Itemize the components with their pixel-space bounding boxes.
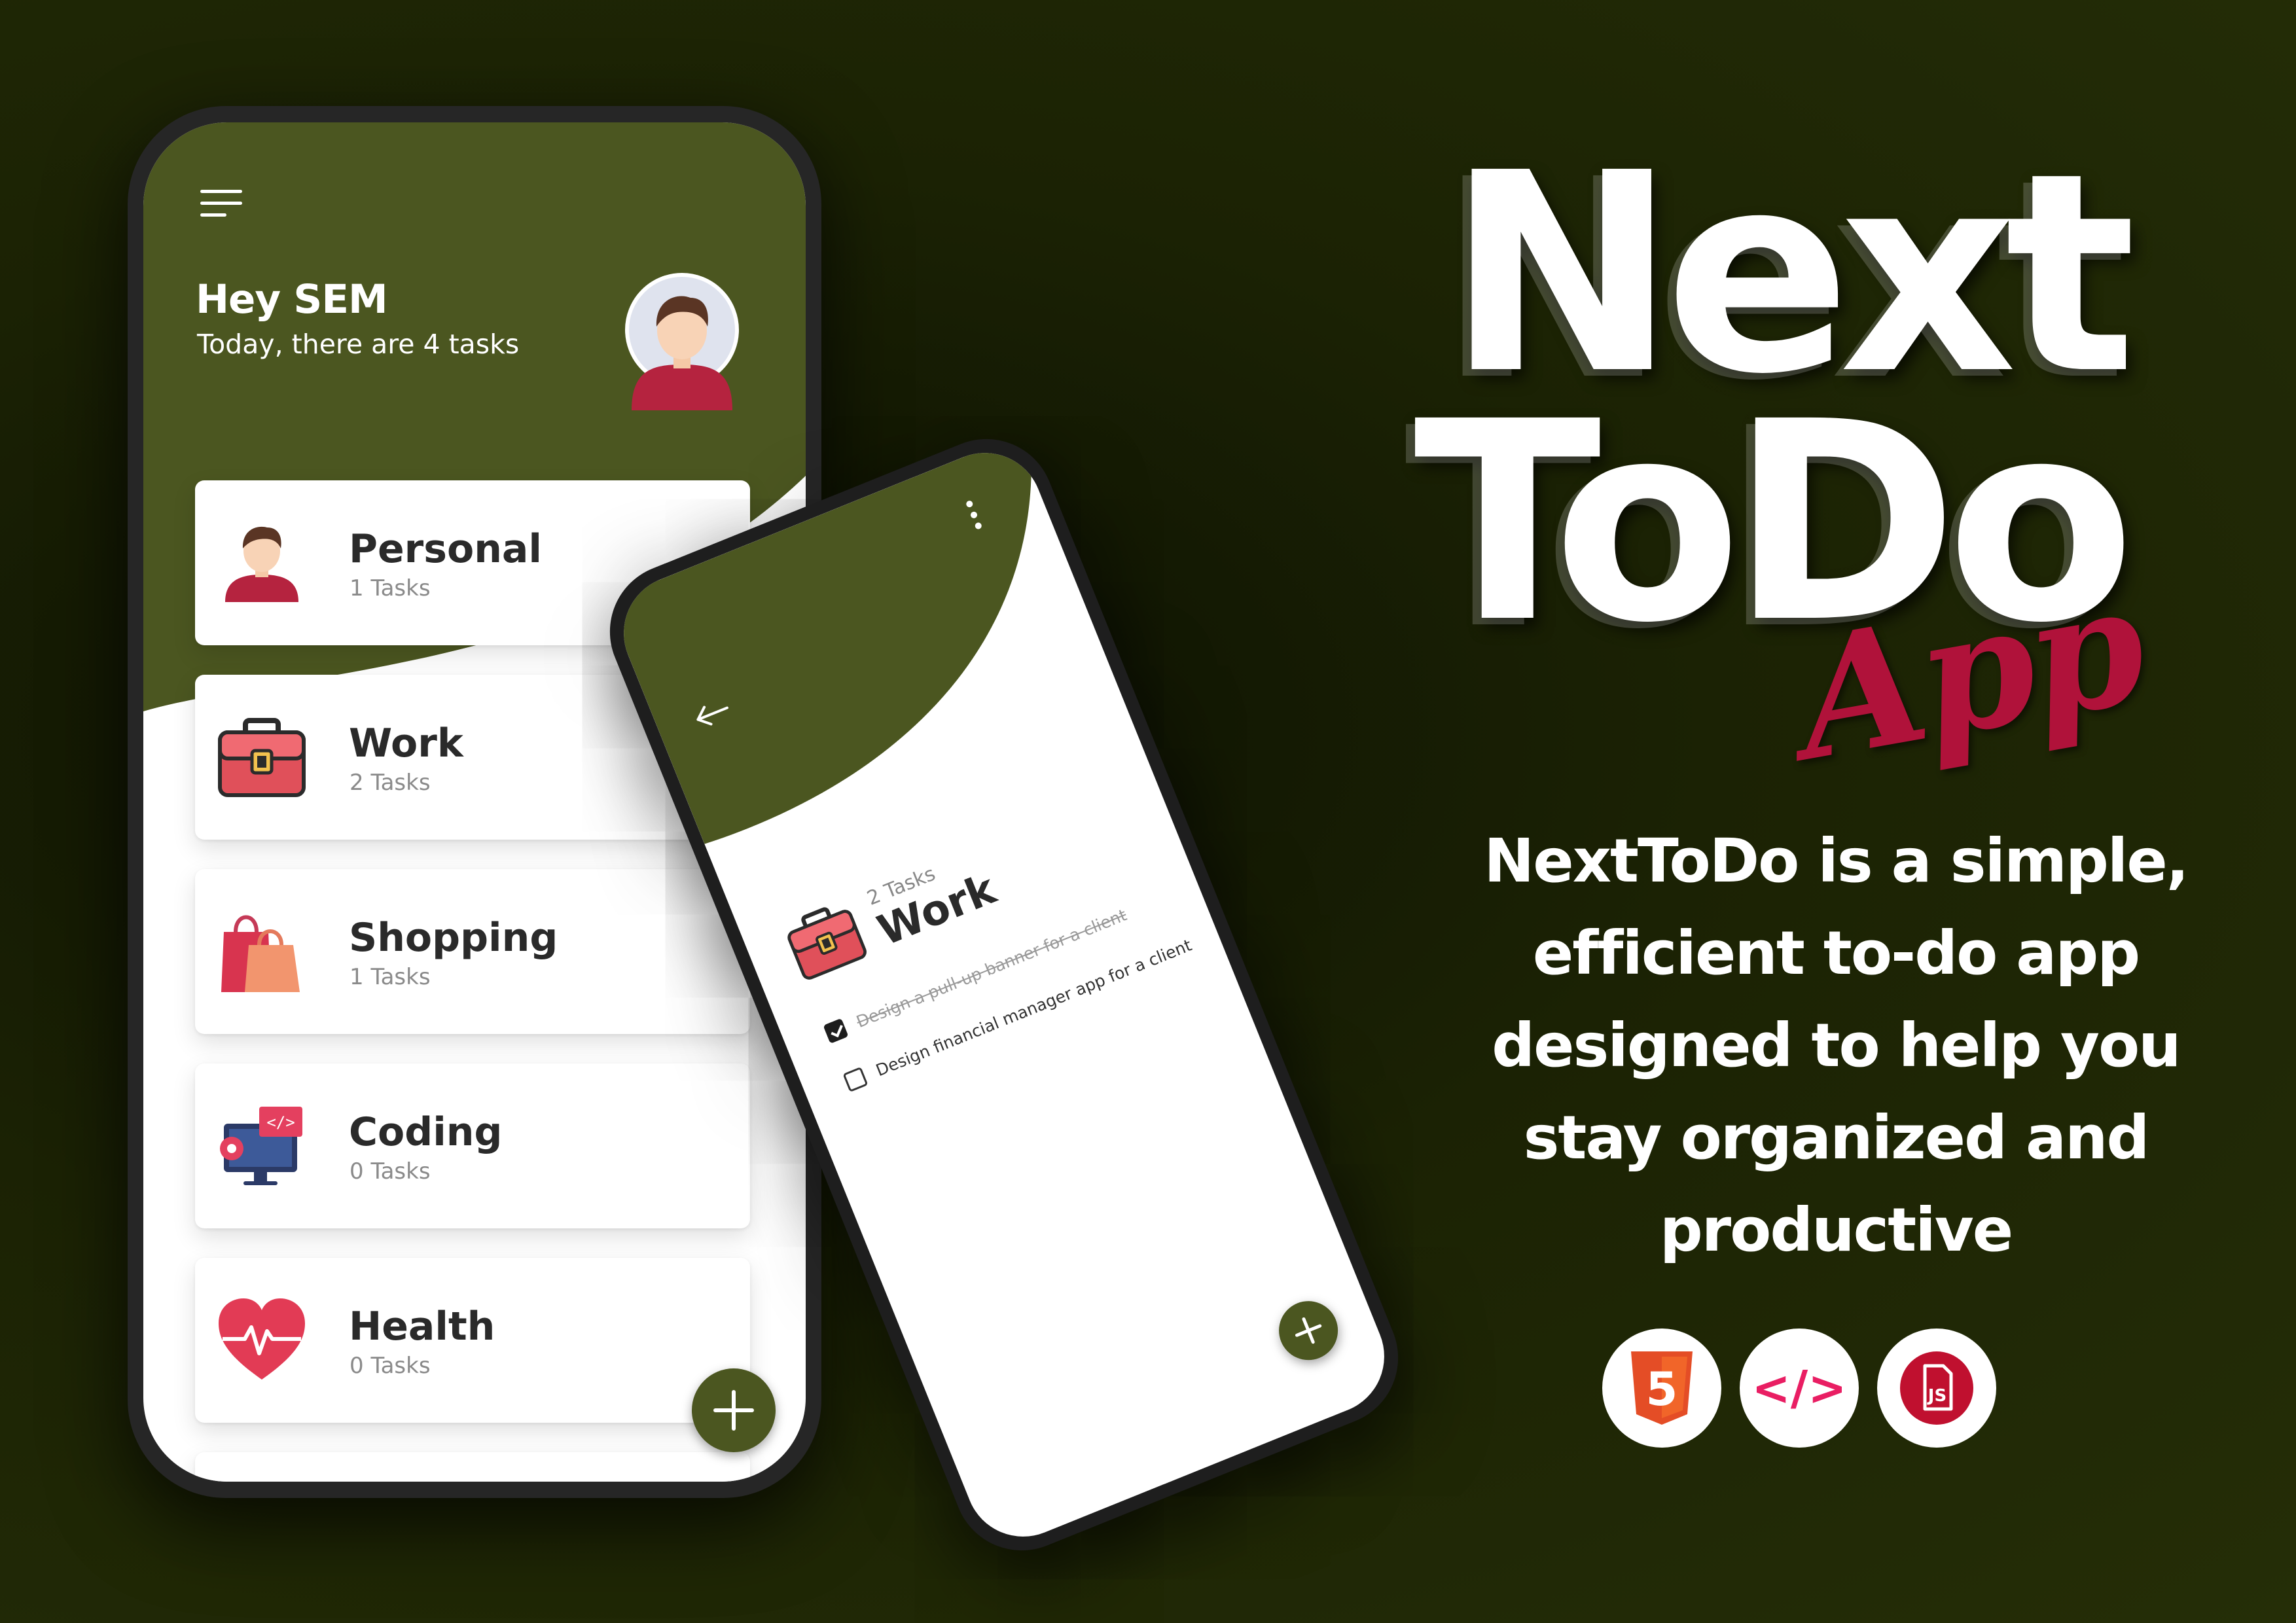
category-name: Health xyxy=(349,1304,495,1349)
category-card-more[interactable] xyxy=(195,1452,750,1482)
description-line: NextToDo is a simple, xyxy=(1484,826,2189,896)
category-count: 2 Tasks xyxy=(350,770,431,796)
plus-icon xyxy=(713,1390,754,1431)
hamburger-menu-icon[interactable] xyxy=(200,190,242,219)
category-count: 1 Tasks xyxy=(350,575,431,601)
briefcase-icon xyxy=(218,718,306,797)
javascript-badge: JS xyxy=(1877,1329,1996,1448)
user-avatar-icon[interactable] xyxy=(625,273,740,410)
promo-description: NextToDo is a simple, efficient to-do ap… xyxy=(1414,815,2258,1276)
category-name: Work xyxy=(349,721,463,766)
code-icon: </> xyxy=(1757,1361,1842,1416)
code-monitor-icon: </> xyxy=(220,1107,302,1185)
badge-label: JS xyxy=(1927,1386,1946,1406)
category-name: Coding xyxy=(349,1109,503,1155)
description-line: efficient to-do app xyxy=(1532,918,2140,988)
heart-pulse-icon xyxy=(219,1298,305,1380)
briefcase-icon xyxy=(787,907,867,980)
category-name: Personal xyxy=(349,526,542,572)
description-line: stay organized and xyxy=(1523,1103,2150,1173)
task-checkbox-checked[interactable] xyxy=(823,1018,849,1044)
category-name: Shopping xyxy=(349,915,558,961)
plus-icon xyxy=(1295,1317,1322,1344)
task-checkbox[interactable] xyxy=(842,1066,869,1093)
code-badge: </> xyxy=(1740,1329,1859,1448)
category-card-health[interactable]: Health 0 Tasks xyxy=(195,1258,750,1423)
category-count: 0 Tasks xyxy=(350,1158,431,1185)
add-category-button[interactable] xyxy=(692,1368,776,1452)
html5-badge: 5 xyxy=(1602,1329,1721,1448)
person-icon xyxy=(225,526,298,602)
badge-label: </> xyxy=(1757,1361,1842,1416)
add-task-button[interactable] xyxy=(1270,1292,1347,1369)
greeting-title: Hey SEM xyxy=(196,276,388,323)
description-line: designed to help you xyxy=(1492,1010,2181,1080)
category-card-shopping[interactable]: Shopping 1 Tasks xyxy=(195,869,750,1034)
category-count: 1 Tasks xyxy=(350,964,431,990)
shopping-bags-icon xyxy=(221,915,300,992)
category-count: 0 Tasks xyxy=(350,1353,431,1379)
tasks-summary: Today, there are 4 tasks xyxy=(197,329,520,360)
description-line: productive xyxy=(1659,1195,2013,1265)
category-card-coding[interactable]: </> Coding 0 Tasks xyxy=(195,1063,750,1228)
svg-text:</>: </> xyxy=(266,1113,295,1132)
badge-label: 5 xyxy=(1646,1363,1678,1416)
javascript-icon: JS xyxy=(1900,1351,1973,1425)
html5-icon: 5 xyxy=(1631,1351,1693,1425)
